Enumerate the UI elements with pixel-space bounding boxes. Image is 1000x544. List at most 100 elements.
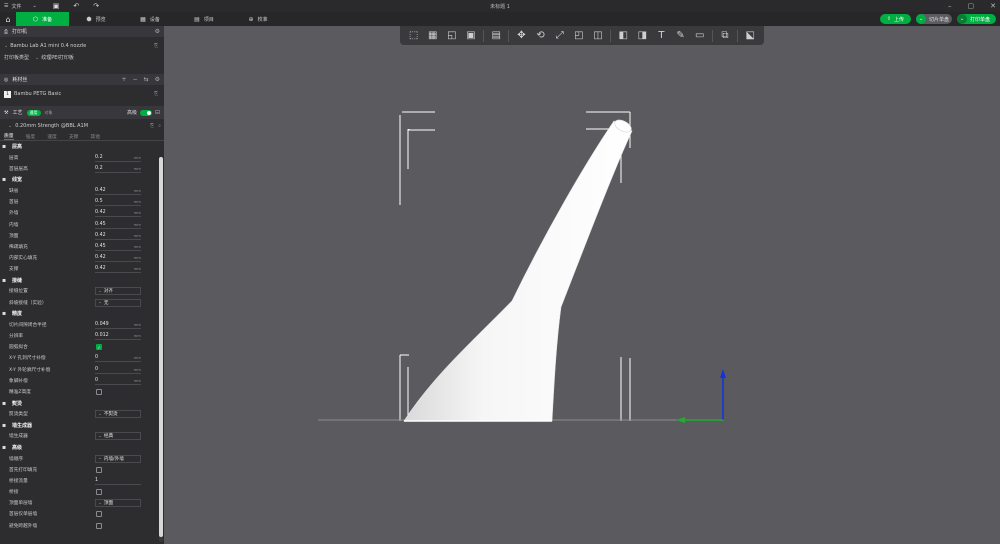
slice-button[interactable]: ⌄ 切片单盘 <box>915 14 952 24</box>
subtab-speed[interactable]: 速度 <box>47 133 57 140</box>
param-checkbox[interactable] <box>96 511 102 518</box>
plate-type-select[interactable]: 纹理PEI打印板 <box>41 54 74 61</box>
sidebar-scrollbar[interactable] <box>159 157 163 542</box>
param-select[interactable]: ⌄ 无 <box>95 298 141 307</box>
printer-name[interactable]: Bambu Lab A1 mini 0.4 nozzle <box>10 43 86 49</box>
scale-icon[interactable]: ⤢ <box>553 30 567 41</box>
tab-preview[interactable]: ⬢ 预览 <box>69 12 123 26</box>
orient-icon[interactable]: ◱ <box>445 30 459 41</box>
param-value-input[interactable]: 0.012 mm <box>95 332 141 341</box>
tab-prepare[interactable]: ⬡ 准备 <box>16 12 69 26</box>
param-select[interactable]: ⌄ 内墙/外墙 <box>95 454 141 463</box>
param-value-input[interactable]: 0.42 mm <box>95 209 141 218</box>
assembly-icon[interactable]: ⧉ <box>718 30 732 41</box>
subtab-support[interactable]: 支撑 <box>69 133 79 140</box>
file-menu[interactable]: ☰ 文件 ⌄ <box>0 0 41 12</box>
process-preset-row[interactable]: ⌄ 0.20mm Strength @BBL A1M ⎘ ⌕ <box>0 120 164 132</box>
edit-icon[interactable]: ⎘ <box>154 91 158 97</box>
redo-icon[interactable]: ↷ <box>93 2 99 10</box>
process-preset-select[interactable]: 0.20mm Strength @BBL A1M <box>15 123 88 129</box>
printer-section-header[interactable]: ⎙ 打印机 ⚙ <box>0 26 164 37</box>
upload-label: 上传 <box>893 16 904 23</box>
layers-panel-icon[interactable]: ▤ <box>489 30 503 41</box>
param-value-input[interactable]: 0.049 mm <box>95 321 141 329</box>
search-icon[interactable]: ⌕ <box>158 123 161 129</box>
seam-icon: ▪ <box>2 276 7 284</box>
filament-name[interactable]: Bambu PETG Basic <box>14 91 61 97</box>
undo-icon[interactable]: ↶ <box>73 2 79 10</box>
support-paint-icon[interactable]: ◧ <box>616 30 630 41</box>
print-button[interactable]: ⌄ 打印单盘 <box>956 14 996 24</box>
param-value-input[interactable]: 0.45 mm <box>95 221 141 229</box>
scene-canvas[interactable] <box>164 45 1000 544</box>
maximize-icon[interactable]: ▢ <box>968 2 975 10</box>
param-value-input[interactable]: 0.42 mm <box>95 265 141 274</box>
lay-on-face-icon[interactable]: ◰ <box>572 30 586 41</box>
color-paint-icon[interactable]: ✎ <box>674 30 688 41</box>
param-row: 桥接流量 1 <box>0 475 164 486</box>
arrange-icon[interactable]: ▦ <box>426 30 440 41</box>
cut-icon[interactable]: ◫ <box>591 30 605 41</box>
param-value-input[interactable]: 0.45 mm <box>95 243 141 251</box>
param-value-input[interactable]: 0 mm <box>95 366 141 374</box>
filament-section-header[interactable]: ◎ 耗材丝 + − ⇆ ⚙ <box>0 74 164 85</box>
global-badge[interactable]: 通用 <box>26 109 41 116</box>
param-select[interactable]: ⌄ 不熨烫 <box>95 410 141 419</box>
tab-device[interactable]: ▦ 设备 <box>123 12 177 26</box>
subtab-quality[interactable]: 质量 <box>4 132 14 140</box>
param-value-input[interactable]: 0.2 mm <box>95 165 141 173</box>
param-value-input[interactable]: 0.42 mm <box>95 232 141 240</box>
gear-icon[interactable]: ⚙ <box>155 28 160 35</box>
3d-model[interactable] <box>403 120 633 422</box>
compare-icon[interactable]: ⊟ <box>155 109 160 116</box>
filament-index-swatch[interactable]: 1 <box>4 90 11 98</box>
add-object-icon[interactable]: ⬚ <box>407 30 421 41</box>
edit-icon[interactable]: ⎘ <box>154 43 158 49</box>
plus-icon[interactable]: + <box>122 76 127 83</box>
chevron-down-icon[interactable]: ⌄ <box>956 14 967 24</box>
seam-paint-icon[interactable]: ◨ <box>635 30 649 41</box>
text-icon[interactable]: T <box>654 30 668 41</box>
plate-icon[interactable]: ▣ <box>464 30 478 41</box>
move-icon[interactable]: ✥ <box>514 30 528 41</box>
object-badge[interactable]: 对象 <box>45 110 53 116</box>
close-icon[interactable]: ✕ <box>990 2 996 10</box>
param-value-input[interactable]: 1 <box>95 477 141 485</box>
param-value-input[interactable]: 0.5 mm <box>95 198 141 207</box>
save-icon[interactable]: ▣ <box>53 2 60 10</box>
param-checkbox[interactable] <box>96 489 102 496</box>
scrollbar-thumb[interactable] <box>159 157 163 537</box>
param-unit: mm <box>133 187 141 193</box>
param-checkbox[interactable]: ✓ <box>96 344 102 351</box>
param-checkbox[interactable] <box>96 466 102 473</box>
save-icon[interactable]: ⎘ <box>150 123 154 129</box>
param-value-input[interactable]: 0 mm <box>95 377 141 385</box>
param-value-input[interactable]: 0.42 mm <box>95 254 141 263</box>
minimize-icon[interactable]: – <box>948 2 952 10</box>
subtab-strength[interactable]: 强度 <box>26 133 36 140</box>
sync-icon[interactable]: ⇆ <box>144 76 149 83</box>
param-value-input[interactable]: 0 mm <box>95 354 141 363</box>
filament-row[interactable]: 1 Bambu PETG Basic ⎘ <box>0 88 164 100</box>
measure-icon[interactable]: ▭ <box>693 30 707 41</box>
param-select[interactable]: ⌄ 对齐 <box>95 287 141 296</box>
param-select[interactable]: ⌄ 顶面 <box>95 499 141 508</box>
param-select[interactable]: ⌄ 经典 <box>95 432 141 441</box>
param-value-input[interactable]: 0.42 mm <box>95 187 141 195</box>
tab-project[interactable]: ▤ 项目 <box>177 12 231 26</box>
gear-icon[interactable]: ⚙ <box>155 76 160 83</box>
3d-viewport[interactable] <box>164 45 1000 544</box>
subtab-others[interactable]: 其他 <box>90 133 100 140</box>
param-checkbox[interactable] <box>96 522 102 529</box>
explode-icon[interactable]: ⬕ <box>743 30 757 41</box>
param-checkbox[interactable] <box>96 388 102 395</box>
chevron-down-icon[interactable]: ⌄ <box>915 14 926 24</box>
minus-icon[interactable]: − <box>133 76 138 83</box>
advanced-toggle[interactable] <box>139 109 152 116</box>
upload-button[interactable]: ⇧ 上传 <box>879 14 911 24</box>
rotate-icon[interactable]: ⟲ <box>534 30 548 41</box>
home-icon[interactable]: ⌂ <box>0 12 16 26</box>
printer-preset-row[interactable]: ⌄ Bambu Lab A1 mini 0.4 nozzle ⎘ <box>0 40 164 52</box>
param-value-input[interactable]: 0.2 mm <box>95 154 141 162</box>
tab-calibrate[interactable]: ⊕ 校准 <box>231 12 285 26</box>
